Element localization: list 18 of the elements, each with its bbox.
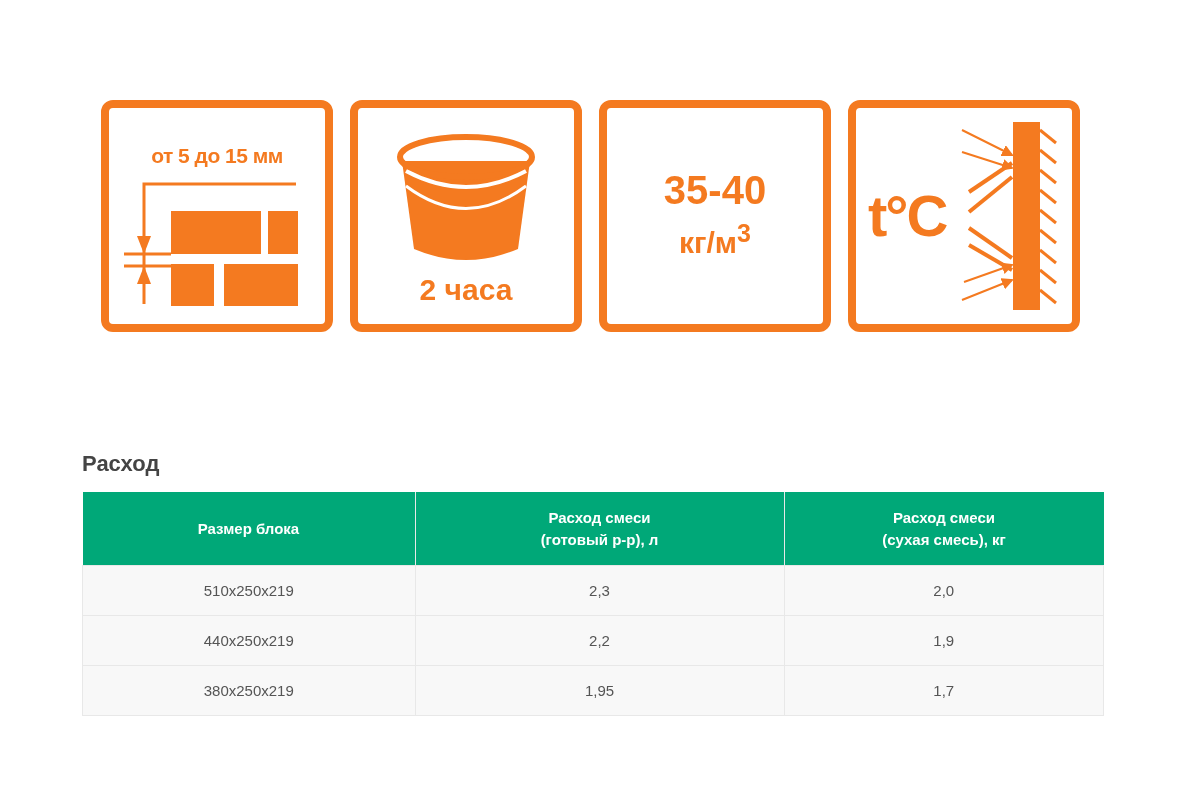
table-cell: 2,0 bbox=[784, 565, 1104, 616]
tile-caption: от 5 до 15 мм bbox=[151, 144, 283, 168]
table-cell: 510x250x219 bbox=[82, 565, 415, 616]
table-cell: 440x250x219 bbox=[82, 615, 415, 666]
column-header: Расход смеси (сухая смесь), кг bbox=[784, 492, 1104, 566]
column-header: Расход смеси (готовый р-р), л bbox=[415, 492, 784, 566]
section-title: Расход bbox=[82, 450, 161, 478]
table-cell: 380x250x219 bbox=[82, 665, 415, 716]
table-cell: 2,2 bbox=[415, 615, 784, 666]
table-cell: 1,9 bbox=[784, 615, 1104, 666]
table-cell: 1,95 bbox=[415, 665, 784, 716]
tile-caption: 35-40 bbox=[663, 167, 767, 212]
table-cell: 1,7 bbox=[784, 665, 1104, 716]
tile-caption: t°C bbox=[868, 184, 947, 248]
column-header: Размер блока bbox=[82, 492, 415, 566]
table-cell: 2,3 bbox=[415, 565, 784, 616]
tile-caption: 2 часа bbox=[419, 272, 513, 306]
tile-caption: кг/м$^{3}$ bbox=[679, 219, 751, 259]
